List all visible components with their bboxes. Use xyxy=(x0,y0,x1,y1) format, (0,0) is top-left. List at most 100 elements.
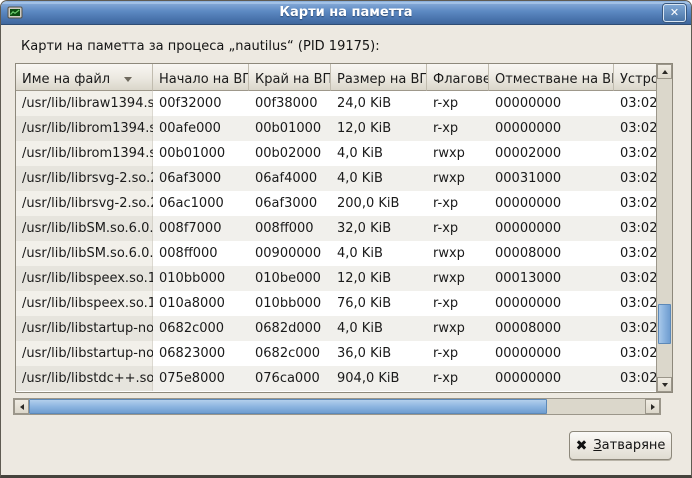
memory-maps-dialog: Карти на паметта ✕ Карти на паметта за п… xyxy=(0,0,692,478)
scroll-right-button[interactable] xyxy=(645,399,660,414)
table-cell: r-xp xyxy=(427,191,489,216)
table-cell: 075e8000 xyxy=(153,366,249,391)
table-row[interactable]: /usr/lib/librom1394.s 00afe000 00b01000 … xyxy=(16,116,672,141)
horizontal-scrollbar-thumb[interactable] xyxy=(29,399,547,414)
window-title: Карти на паметта xyxy=(1,5,691,20)
table-cell: 4,0 KiB xyxy=(331,241,427,266)
table-cell: rwxp xyxy=(427,141,489,166)
scroll-down-button[interactable] xyxy=(657,377,672,392)
table-row[interactable]: /usr/lib/librsvg-2.so.2 06af3000 06af400… xyxy=(16,166,672,191)
table-cell: r-xp xyxy=(427,341,489,366)
arrow-up-icon xyxy=(662,70,668,74)
table-cell: 76,0 KiB xyxy=(331,291,427,316)
table-row[interactable]: /usr/lib/libstartup-not 06823000 0682c00… xyxy=(16,341,672,366)
horizontal-scrollbar[interactable] xyxy=(13,398,661,415)
table-cell: r-xp xyxy=(427,291,489,316)
vertical-scrollbar-thumb[interactable] xyxy=(658,304,671,344)
table-cell: 00000000 xyxy=(489,216,614,241)
table-cell: 008ff000 xyxy=(249,216,331,241)
table-cell: r-xp xyxy=(427,116,489,141)
scroll-up-button[interactable] xyxy=(657,64,672,79)
table-row[interactable]: /usr/lib/librom1394.s 00b01000 00b02000 … xyxy=(16,141,672,166)
column-header-vm-start[interactable]: Начало на ВП xyxy=(153,64,249,91)
table-cell: 24,0 KiB xyxy=(331,91,427,116)
table-cell: rwxp xyxy=(427,166,489,191)
table-cell: rwxp xyxy=(427,316,489,341)
table-cell: 00000000 xyxy=(489,341,614,366)
arrow-left-icon xyxy=(20,404,24,410)
table-cell: 4,0 KiB xyxy=(331,316,427,341)
table-cell: 00000000 xyxy=(489,116,614,141)
table-cell: 06823000 xyxy=(153,341,249,366)
table-cell: 0682c000 xyxy=(249,341,331,366)
table-cell: 4,0 KiB xyxy=(331,166,427,191)
memory-maps-table: Име на файл Начало на ВП Край на ВП Разм… xyxy=(15,63,673,393)
table-cell: 00900000 xyxy=(249,241,331,266)
close-button-label: Затваряне xyxy=(593,438,665,453)
column-header-vm-end[interactable]: Край на ВП xyxy=(249,64,331,91)
column-header-flags[interactable]: Флагове xyxy=(427,64,489,91)
table-cell: rwxp xyxy=(427,266,489,291)
table-cell: 12,0 KiB xyxy=(331,116,427,141)
vertical-scrollbar[interactable] xyxy=(656,64,672,392)
table-cell: 904,0 KiB xyxy=(331,366,427,391)
table-cell: 36,0 KiB xyxy=(331,341,427,366)
table-row[interactable]: /usr/lib/libstartup-not 0682c000 0682d00… xyxy=(16,316,672,341)
table-row[interactable]: /usr/lib/libstdc++.so. 075e8000 076ca000… xyxy=(16,366,672,391)
table-cell: /usr/lib/libSM.so.6.0.0 xyxy=(16,241,153,266)
table-cell: /usr/lib/libstdc++.so. xyxy=(16,366,153,391)
scroll-left-button[interactable] xyxy=(14,399,29,414)
titlebar[interactable]: Карти на паметта ✕ xyxy=(1,1,691,25)
table-cell: /usr/lib/libstartup-not xyxy=(16,316,153,341)
table-cell: 4,0 KiB xyxy=(331,141,427,166)
table-cell: 00f38000 xyxy=(249,91,331,116)
table-row[interactable]: /usr/lib/libSM.so.6.0.0 008ff000 0090000… xyxy=(16,241,672,266)
table-cell: r-xp xyxy=(427,366,489,391)
table-cell: 06af4000 xyxy=(249,166,331,191)
table-row[interactable]: /usr/lib/libspeex.so.1 010bb000 010be000… xyxy=(16,266,672,291)
table-cell: 00b01000 xyxy=(153,141,249,166)
table-cell: 010be000 xyxy=(249,266,331,291)
table-cell: 00000000 xyxy=(489,191,614,216)
table-cell: rwxp xyxy=(427,241,489,266)
table-cell: 06ac1000 xyxy=(153,191,249,216)
table-cell: r-xp xyxy=(427,91,489,116)
table-cell: /usr/lib/libspeex.so.1 xyxy=(16,266,153,291)
table-cell: 00000000 xyxy=(489,291,614,316)
column-header-vm-offset[interactable]: Отместване на ВП xyxy=(489,64,614,91)
table-cell: 010bb000 xyxy=(153,266,249,291)
table-cell: 12,0 KiB xyxy=(331,266,427,291)
table-body: /usr/lib/libraw1394.s 00f32000 00f38000 … xyxy=(16,91,672,391)
table-cell: 00000000 xyxy=(489,366,614,391)
table-cell: 00031000 xyxy=(489,166,614,191)
table-row[interactable]: /usr/lib/libraw1394.s 00f32000 00f38000 … xyxy=(16,91,672,116)
table-row[interactable]: /usr/lib/librsvg-2.so.2 06ac1000 06af300… xyxy=(16,191,672,216)
window-close-icon[interactable]: ✕ xyxy=(663,4,686,22)
column-header-vm-size[interactable]: Размер на ВП xyxy=(331,64,427,91)
table-cell: 076ca000 xyxy=(249,366,331,391)
column-header-filename[interactable]: Име на файл xyxy=(16,64,153,91)
table-row[interactable]: /usr/lib/libspeex.so.1 010a8000 010bb000… xyxy=(16,291,672,316)
sort-descending-icon xyxy=(124,77,132,82)
table-cell: 0682c000 xyxy=(153,316,249,341)
table-cell: 008f7000 xyxy=(153,216,249,241)
table-cell: 010a8000 xyxy=(153,291,249,316)
table-cell: /usr/lib/libraw1394.s xyxy=(16,91,153,116)
table-cell: 00008000 xyxy=(489,241,614,266)
process-description-label: Карти на паметта за процеса „nautilus“ (… xyxy=(21,39,380,54)
table-cell: r-xp xyxy=(427,216,489,241)
table-cell: /usr/lib/librom1394.s xyxy=(16,141,153,166)
table-row[interactable]: /usr/lib/libSM.so.6.0.0 008f7000 008ff00… xyxy=(16,216,672,241)
table-header-row: Име на файл Начало на ВП Край на ВП Разм… xyxy=(16,64,672,91)
table-cell: 00afe000 xyxy=(153,116,249,141)
close-button[interactable]: ✖ Затваряне xyxy=(569,431,672,460)
table-cell: 00008000 xyxy=(489,316,614,341)
table-cell: 00013000 xyxy=(489,266,614,291)
table-cell: 32,0 KiB xyxy=(331,216,427,241)
system-monitor-icon xyxy=(6,4,24,22)
arrow-down-icon xyxy=(662,383,668,387)
table-cell: 00f32000 xyxy=(153,91,249,116)
table-cell: 008ff000 xyxy=(153,241,249,266)
arrow-right-icon xyxy=(651,404,655,410)
table-cell: 00b01000 xyxy=(249,116,331,141)
